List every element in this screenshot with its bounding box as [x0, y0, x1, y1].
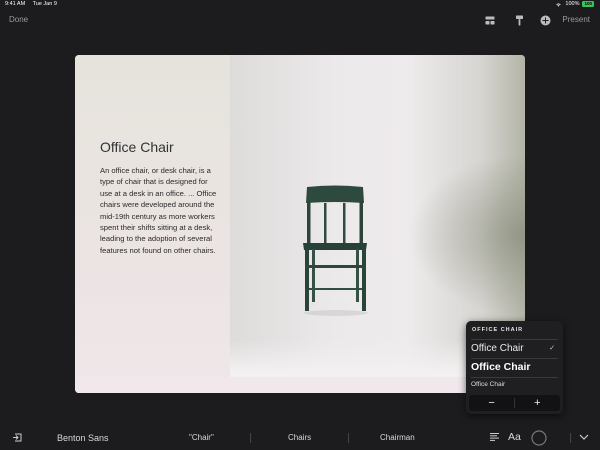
popover-divider — [471, 358, 558, 359]
suggestion-divider — [348, 433, 349, 443]
font-option-bold[interactable]: Office Chair — [471, 361, 531, 373]
slide-bottom-strip — [75, 377, 525, 393]
add-icon[interactable] — [539, 14, 551, 26]
font-option-regular[interactable]: Office Chair — [471, 343, 524, 354]
font-option-small[interactable]: Office Chair — [471, 381, 505, 388]
slide-layout-icon[interactable] — [484, 14, 496, 26]
toolbar: Done Present — [0, 9, 600, 31]
font-name-button[interactable]: Benton Sans — [57, 433, 109, 443]
slide-canvas[interactable]: Office Chair An office chair, or desk ch… — [75, 55, 525, 393]
status-left: 9:41 AM Tue Jan 9 — [5, 1, 63, 7]
battery-percent: 100% — [565, 1, 580, 7]
status-right: 100% 100 — [555, 1, 594, 7]
status-date: Tue Jan 9 — [32, 1, 57, 7]
increase-size-button[interactable]: + — [515, 395, 560, 411]
text-style-button[interactable]: Aa — [508, 431, 521, 443]
suggestion-divider — [250, 433, 251, 443]
present-button[interactable]: Present — [562, 15, 590, 24]
checkmark-icon: ✓ — [549, 345, 555, 352]
slide-title[interactable]: Office Chair — [100, 139, 174, 155]
popover-divider — [471, 377, 558, 378]
suggestion-1[interactable]: "Chair" — [189, 433, 214, 442]
slide-body-text[interactable]: An office chair, or desk chair, is a typ… — [100, 165, 218, 256]
font-style-popover: OFFICE CHAIR Office Chair ✓ Office Chair… — [466, 321, 563, 414]
status-bar: 9:41 AM Tue Jan 9 100% 100 — [0, 0, 600, 9]
popover-divider — [471, 339, 558, 340]
decrease-size-button[interactable]: − — [469, 395, 514, 411]
suggestion-3[interactable]: Chairman — [380, 433, 415, 442]
chevron-down-icon[interactable] — [578, 431, 590, 443]
font-size-stepper: − + — [469, 395, 560, 411]
color-circle-icon[interactable] — [531, 430, 547, 446]
chair-image — [303, 185, 368, 316]
bar-divider — [570, 433, 571, 443]
status-time: 9:41 AM — [5, 1, 26, 7]
battery-icon: 100 — [582, 1, 594, 7]
suggestion-2[interactable]: Chairs — [288, 433, 311, 442]
wifi-icon — [556, 2, 562, 7]
popover-header: OFFICE CHAIR — [472, 327, 524, 333]
paragraph-align-icon[interactable] — [488, 431, 500, 443]
indent-icon[interactable] — [11, 431, 23, 443]
bottom-keyboard-bar: Benton Sans "Chair" Chairs Chairman Aa — [0, 425, 600, 450]
format-brush-icon[interactable] — [513, 14, 525, 26]
done-button[interactable]: Done — [9, 15, 28, 24]
